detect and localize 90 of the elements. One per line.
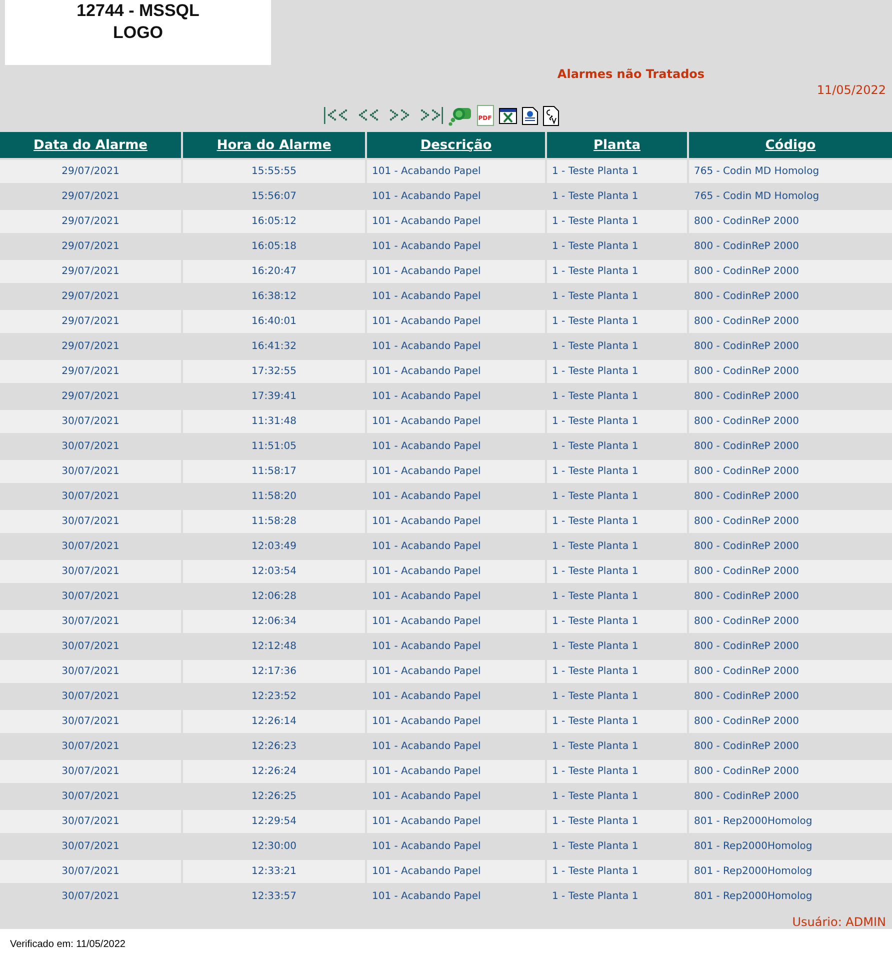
table-cell: 101 - Acabando Papel (367, 460, 545, 483)
table-cell: 800 - CodinReP 2000 (689, 710, 892, 733)
column-header[interactable]: Planta (547, 132, 687, 158)
table-cell: 1 - Teste Planta 1 (547, 810, 687, 833)
table-cell: 1 - Teste Planta 1 (547, 310, 687, 333)
table-cell: 1 - Teste Planta 1 (547, 260, 687, 283)
table-cell: 101 - Acabando Papel (367, 260, 545, 283)
table-cell: 800 - CodinReP 2000 (689, 360, 892, 383)
table-cell: 1 - Teste Planta 1 (547, 610, 687, 633)
table-cell: 30/07/2021 (0, 510, 181, 533)
table-cell: 800 - CodinReP 2000 (689, 410, 892, 433)
table-cell: 30/07/2021 (0, 410, 181, 433)
table-cell: 12:03:54 (183, 560, 365, 583)
table-cell: 12:06:34 (183, 610, 365, 633)
table-cell: 1 - Teste Planta 1 (547, 210, 687, 233)
table-cell: 1 - Teste Planta 1 (547, 760, 687, 783)
table-cell: 765 - Codin MD Homolog (689, 160, 892, 183)
table-cell: 800 - CodinReP 2000 (689, 460, 892, 483)
user-label: Usuário: ADMIN (792, 915, 886, 929)
table-cell: 30/07/2021 (0, 760, 181, 783)
table-cell: 1 - Teste Planta 1 (547, 510, 687, 533)
table-cell: 29/07/2021 (0, 260, 181, 283)
table-cell: 29/07/2021 (0, 360, 181, 383)
table-cell: 12:33:21 (183, 860, 365, 883)
column-header[interactable]: Data do Alarme (0, 132, 181, 158)
table-cell: 12:17:36 (183, 660, 365, 683)
table-cell: 801 - Rep2000Homolog (689, 810, 892, 833)
table-cell: 101 - Acabando Papel (367, 160, 545, 183)
table-cell: 101 - Acabando Papel (367, 210, 545, 233)
table-cell: 101 - Acabando Papel (367, 810, 545, 833)
table-cell: 800 - CodinReP 2000 (689, 660, 892, 683)
column-header[interactable]: Hora do Alarme (183, 132, 365, 158)
table-cell: 800 - CodinReP 2000 (689, 210, 892, 233)
table-cell: 30/07/2021 (0, 860, 181, 883)
report-title: Alarmes não Tratados (557, 66, 705, 81)
table-cell: 800 - CodinReP 2000 (689, 610, 892, 633)
table-cell: 101 - Acabando Papel (367, 860, 545, 883)
table-cell: 101 - Acabando Papel (367, 510, 545, 533)
table-cell: 29/07/2021 (0, 310, 181, 333)
table-cell: 29/07/2021 (0, 160, 181, 183)
table-cell: 11:31:48 (183, 410, 365, 433)
report-date: 11/05/2022 (816, 82, 886, 99)
web-page-icon[interactable] (522, 106, 538, 124)
table-cell: 15:55:55 (183, 160, 365, 183)
table-cell: 30/07/2021 (0, 460, 181, 483)
table-cell: 101 - Acabando Papel (367, 710, 545, 733)
spreadsheet-icon[interactable] (498, 108, 516, 124)
table-cell: 11:58:17 (183, 460, 365, 483)
table-cell: 30/07/2021 (0, 810, 181, 833)
table-cell: 1 - Teste Planta 1 (547, 410, 687, 433)
table-cell: 30/07/2021 (0, 660, 181, 683)
table-cell: 12:26:14 (183, 710, 365, 733)
table-cell: 17:32:55 (183, 360, 365, 383)
table-cell: 101 - Acabando Papel (367, 610, 545, 633)
table-cell: 101 - Acabando Papel (367, 360, 545, 383)
table-cell: 29/07/2021 (0, 210, 181, 233)
table-cell: 11:58:28 (183, 510, 365, 533)
document-icon[interactable] (542, 106, 558, 126)
verified-date-text: Verificado em: 11/05/2022 (9, 938, 126, 950)
table-cell: 800 - CodinReP 2000 (689, 310, 892, 333)
table-cell: 800 - CodinReP 2000 (689, 510, 892, 533)
table-cell: 30/07/2021 (0, 710, 181, 733)
column-header[interactable]: Descrição (367, 132, 545, 158)
table-cell: 101 - Acabando Papel (367, 660, 545, 683)
table-cell: 12:29:54 (183, 810, 365, 833)
first-page-icon[interactable] (324, 106, 350, 125)
table-cell: 16:05:12 (183, 210, 365, 233)
table-cell: 16:20:47 (183, 260, 365, 283)
table-cell: 801 - Rep2000Homolog (689, 860, 892, 883)
table-cell: 1 - Teste Planta 1 (547, 360, 687, 383)
table-cell: 800 - CodinReP 2000 (689, 760, 892, 783)
table-cell: 1 - Teste Planta 1 (547, 860, 687, 883)
table-cell: 12:26:24 (183, 760, 365, 783)
table-cell: 101 - Acabando Papel (367, 560, 545, 583)
table-cell: 800 - CodinReP 2000 (689, 260, 892, 283)
logo-text: 12744 - MSSQL (76, 0, 200, 22)
table-cell: 1 - Teste Planta 1 (547, 710, 687, 733)
table-cell: 101 - Acabando Papel (367, 760, 545, 783)
table-cell: 1 - Teste Planta 1 (547, 660, 687, 683)
table-cell: 16:40:01 (183, 310, 365, 333)
table-cell: 1 - Teste Planta 1 (547, 460, 687, 483)
table-cell: 1 - Teste Planta 1 (547, 560, 687, 583)
table-cell: 30/07/2021 (0, 560, 181, 583)
column-header[interactable]: Código (689, 132, 892, 158)
table-cell: 30/07/2021 (0, 610, 181, 633)
table-cell: 101 - Acabando Papel (367, 310, 545, 333)
table-cell: 800 - CodinReP 2000 (689, 560, 892, 583)
table-cell: 101 - Acabando Papel (367, 410, 545, 433)
logo-text: LOGO (112, 22, 164, 44)
table-cell: 1 - Teste Planta 1 (547, 160, 687, 183)
